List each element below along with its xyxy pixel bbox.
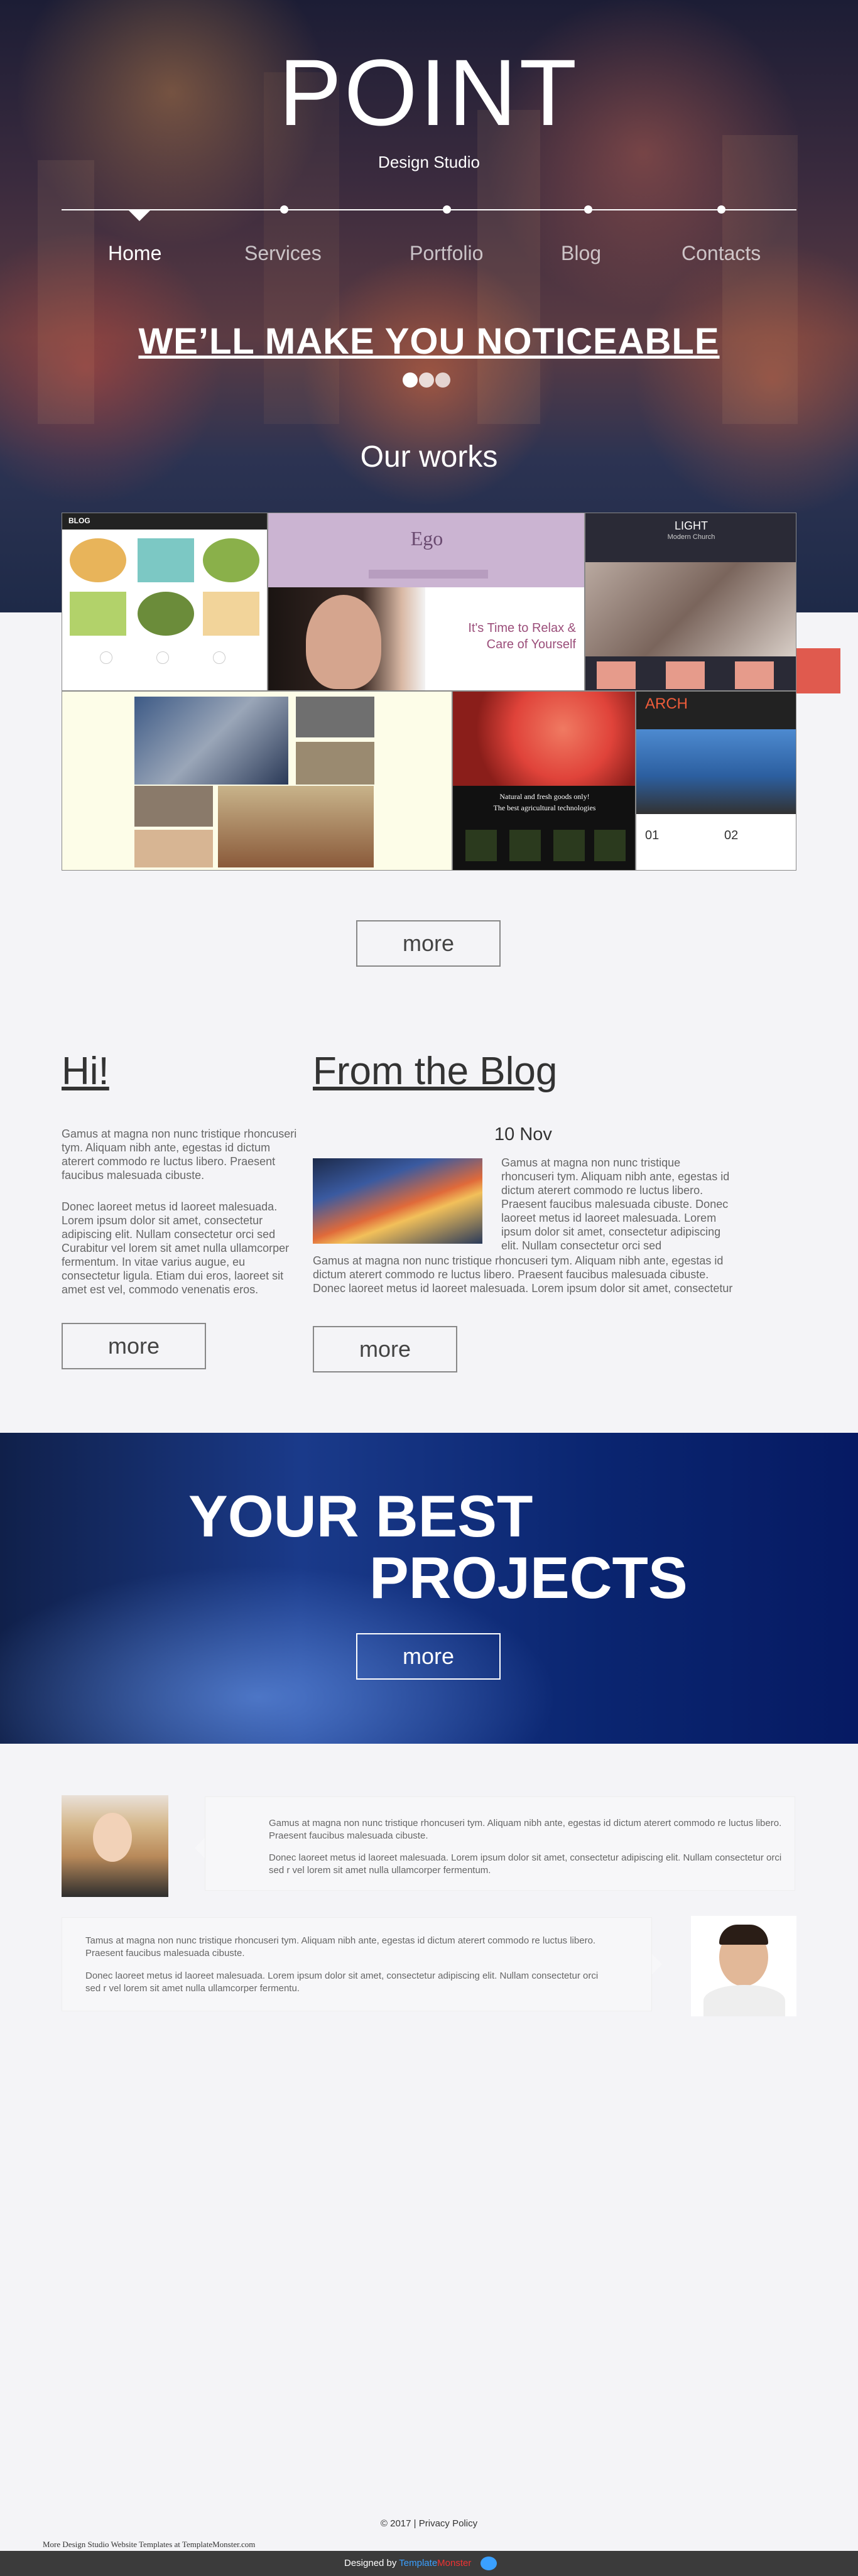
testimonial-2-p2: Donec laoreet metus id laoreet malesuada…: [85, 1970, 599, 1994]
nav-blog[interactable]: Blog: [561, 242, 601, 265]
work-arch-theme[interactable]: ARCH 01 02: [636, 691, 796, 871]
testimonial-2-p1: Tamus at magna non nunc tristique rhoncu…: [85, 1935, 596, 1959]
work-garden-theme[interactable]: Natural and fresh goods only! The best a…: [452, 691, 636, 871]
site-tagline: Design Studio: [378, 153, 480, 171]
templatemonster-link-part-1[interactable]: Template: [399, 2558, 437, 2568]
templatemonster-link-part-2[interactable]: Monster: [437, 2558, 471, 2568]
testimonial-1-p2: Donec laoreet metus id laoreet malesuada…: [269, 1852, 782, 1876]
pager-dot-1[interactable]: [403, 372, 418, 388]
pager-dot-3[interactable]: [435, 372, 450, 388]
blog-paragraph-1: Gamus at magna non nunc tristique rhoncu…: [501, 1156, 730, 1252]
privacy-policy-link[interactable]: Privacy Policy: [419, 2518, 477, 2529]
work-label: Ego: [410, 527, 443, 550]
blog-image[interactable]: [313, 1158, 482, 1244]
works-title: Our works: [360, 440, 498, 474]
work-num-1: 01: [645, 829, 660, 842]
work-caption: It's Time to Relax & Care of Yourself: [468, 621, 576, 651]
avatar-man: [691, 1916, 796, 2016]
footer-copyright: © 2017 | Privacy Policy: [0, 2518, 858, 2529]
designed-by: Designed by TemplateMonster: [344, 2557, 497, 2570]
designed-by-label: Designed by: [344, 2557, 397, 2568]
work-num-2: 02: [724, 829, 739, 842]
site-logo[interactable]: POINT: [0, 45, 858, 139]
blog-title: From the Blog: [313, 1050, 558, 1093]
work-label: LIGHT: [674, 519, 708, 532]
nav-dot: [584, 205, 592, 214]
testimonial-2: [62, 1917, 652, 2011]
nav-portfolio[interactable]: Portfolio: [410, 242, 483, 265]
nav-contacts[interactable]: Contacts: [682, 242, 761, 265]
works-more-button[interactable]: more: [356, 920, 501, 967]
nav-services[interactable]: Services: [244, 242, 322, 265]
work-sub: Modern Church: [667, 533, 715, 541]
work-light-theme[interactable]: LIGHT Modern Church: [585, 513, 796, 691]
blog-date: 10 Nov: [494, 1124, 552, 1144]
projects-line-2: PROJECTS: [369, 1545, 688, 1611]
accent-block: [796, 648, 840, 693]
work-label: ARCH: [645, 695, 688, 712]
testimonial-2-pointer: [652, 1954, 662, 1974]
work-blog-theme[interactable]: BLOG: [62, 513, 268, 691]
work-fashion-theme[interactable]: [62, 691, 452, 871]
work-label: BLOG: [68, 516, 90, 525]
copyright-text: © 2017 |: [380, 2518, 416, 2529]
testimonial-1-p1: Gamus at magna non nunc tristique rhoncu…: [269, 1818, 782, 1841]
work-label: Natural and fresh goods only!: [499, 792, 590, 801]
hi-paragraph-1: Gamus at magna non nunc tristique rhoncu…: [62, 1128, 297, 1182]
hi-paragraph-2: Donec laoreet metus id laoreet malesuada…: [62, 1200, 290, 1296]
nav-dot: [443, 205, 451, 214]
more-templates-link[interactable]: More Design Studio Website Templates at …: [43, 2540, 255, 2550]
templatemonster-logo-icon: [480, 2557, 497, 2570]
nav-divider: [62, 209, 796, 210]
pager-dot-2[interactable]: [419, 372, 434, 388]
blog-paragraph-2: Gamus at magna non nunc tristique rhoncu…: [313, 1254, 733, 1295]
projects-more-button[interactable]: more: [356, 1633, 501, 1680]
nav-dot: [717, 205, 725, 214]
nav-dot: [280, 205, 288, 214]
nav-active-indicator: [128, 210, 151, 221]
work-ego-theme[interactable]: Ego It's Time to Relax & Care of Yoursel…: [268, 513, 585, 691]
projects-line-1: YOUR BEST: [188, 1483, 533, 1549]
hero-headline: WE’LL MAKE YOU NOTICEABLE: [138, 321, 720, 362]
hi-title: Hi!: [62, 1050, 109, 1093]
work-sub: The best agricultural technologies: [493, 803, 596, 812]
testimonial-1-pointer: [195, 1838, 205, 1858]
nav-home[interactable]: Home: [108, 242, 161, 265]
hi-more-button[interactable]: more: [62, 1323, 206, 1369]
blog-more-button[interactable]: more: [313, 1326, 457, 1372]
avatar-woman: [62, 1795, 168, 1897]
